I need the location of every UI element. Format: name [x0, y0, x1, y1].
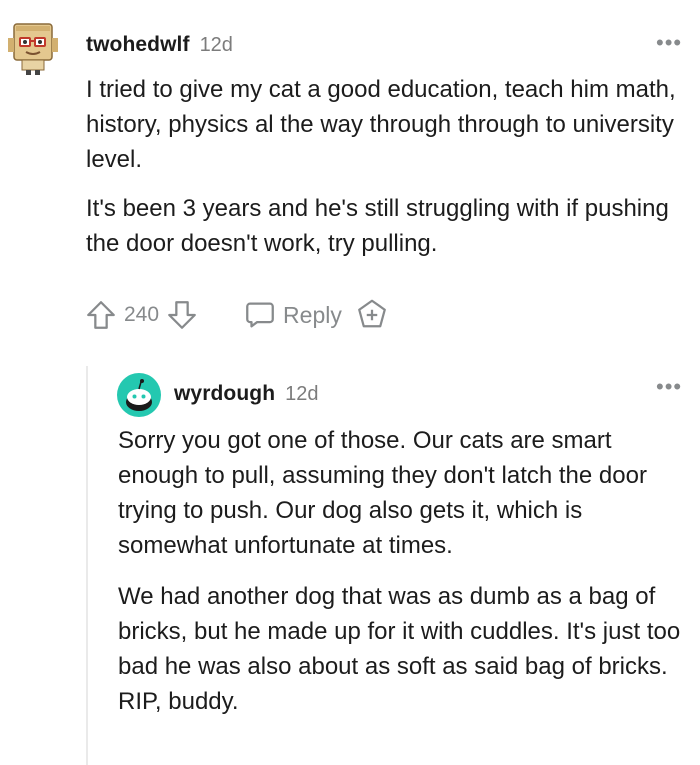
teal-snoo-avatar-icon: [117, 373, 161, 417]
avatar[interactable]: [116, 372, 162, 418]
reply-label: Reply: [283, 301, 342, 328]
username[interactable]: twohedwlf: [86, 33, 190, 57]
comment-paragraph: I tried to give my cat a good education,…: [86, 76, 676, 173]
comment-header: wyrdough 12d: [174, 379, 319, 409]
reply-button[interactable]: Reply: [243, 298, 342, 332]
comment-age[interactable]: 12d: [200, 34, 233, 57]
comment-paragraph: Sorry you got one of those. Our cats are…: [118, 427, 647, 559]
comment-header: twohedwlf 12d: [86, 30, 233, 60]
comment-body: I tried to give my cat a good education,…: [86, 72, 686, 261]
award-button[interactable]: [354, 297, 390, 333]
comment-body: Sorry you got one of those. Our cats are…: [118, 423, 696, 719]
downvote-icon[interactable]: [165, 298, 199, 332]
comment-actions: 240 Reply: [84, 296, 390, 334]
comment-age[interactable]: 12d: [285, 383, 318, 406]
award-plus-icon: [357, 299, 386, 328]
boxy-robot-avatar-icon: [8, 23, 58, 75]
vote-count: 240: [124, 303, 160, 326]
downvote-arrow-icon: [168, 301, 196, 329]
more-options-icon[interactable]: •••: [656, 376, 682, 398]
reply-bubble-icon: [246, 302, 274, 328]
comment-paragraph: It's been 3 years and he's still struggl…: [86, 195, 669, 257]
upvote-icon[interactable]: [84, 298, 118, 332]
upvote-arrow-icon: [87, 301, 115, 329]
thread-line[interactable]: [86, 366, 88, 765]
avatar[interactable]: [4, 18, 62, 76]
username[interactable]: wyrdough: [174, 382, 275, 406]
more-options-icon[interactable]: •••: [656, 32, 682, 54]
comment-paragraph: We had another dog that was as dumb as a…: [118, 583, 681, 715]
